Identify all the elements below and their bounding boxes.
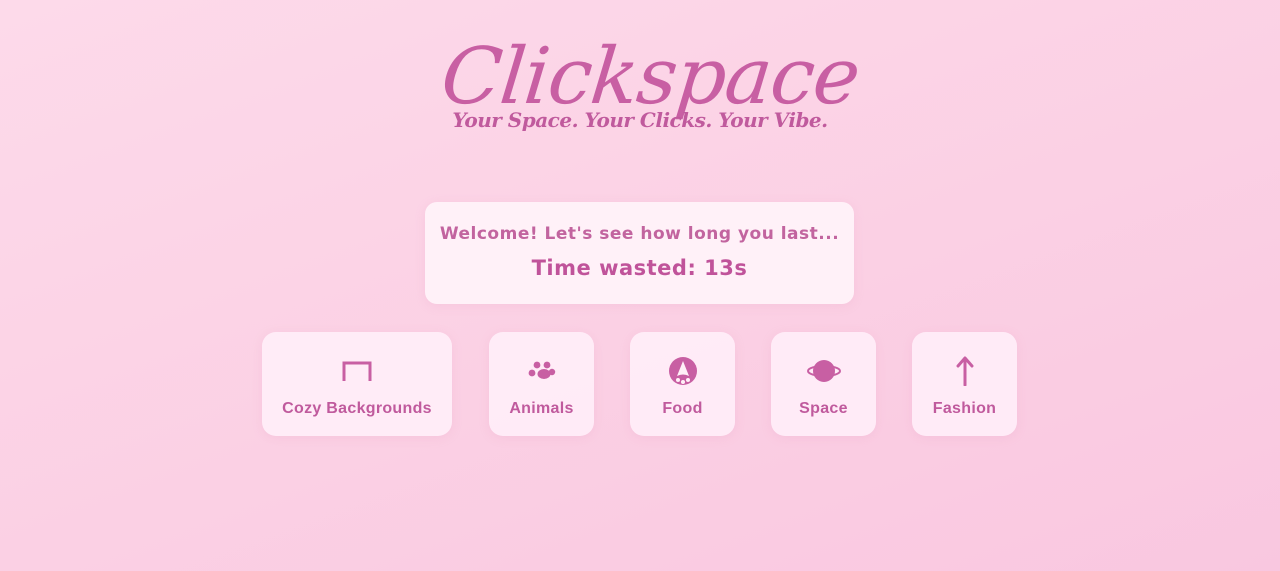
category-fashion[interactable]: Fashion	[912, 332, 1017, 436]
welcome-card: Welcome! Let's see how long you last... …	[425, 202, 854, 304]
category-label: Cozy Backgrounds	[282, 400, 432, 417]
category-animals[interactable]: Animals	[489, 332, 594, 436]
paw-icon	[524, 356, 560, 386]
cookie-icon	[665, 356, 701, 386]
category-label: Space	[799, 400, 848, 417]
arrow-up-icon	[947, 356, 983, 386]
category-label: Food	[662, 400, 703, 417]
tagline: Your Space. Your Clicks. Your Vibe.	[452, 108, 828, 132]
planet-icon	[806, 356, 842, 386]
frame-icon	[339, 356, 375, 386]
time-wasted-counter: Time wasted: 13s	[531, 256, 748, 280]
category-cozy-backgrounds[interactable]: Cozy Backgrounds	[262, 332, 452, 436]
category-food[interactable]: Food	[630, 332, 735, 436]
category-label: Fashion	[932, 400, 997, 417]
category-label: Animals	[509, 400, 574, 417]
category-space[interactable]: Space	[771, 332, 876, 436]
app-title: Clickspace	[436, 32, 864, 122]
welcome-message: Welcome! Let's see how long you last...	[439, 224, 840, 244]
header: Clickspace	[0, 32, 1280, 122]
